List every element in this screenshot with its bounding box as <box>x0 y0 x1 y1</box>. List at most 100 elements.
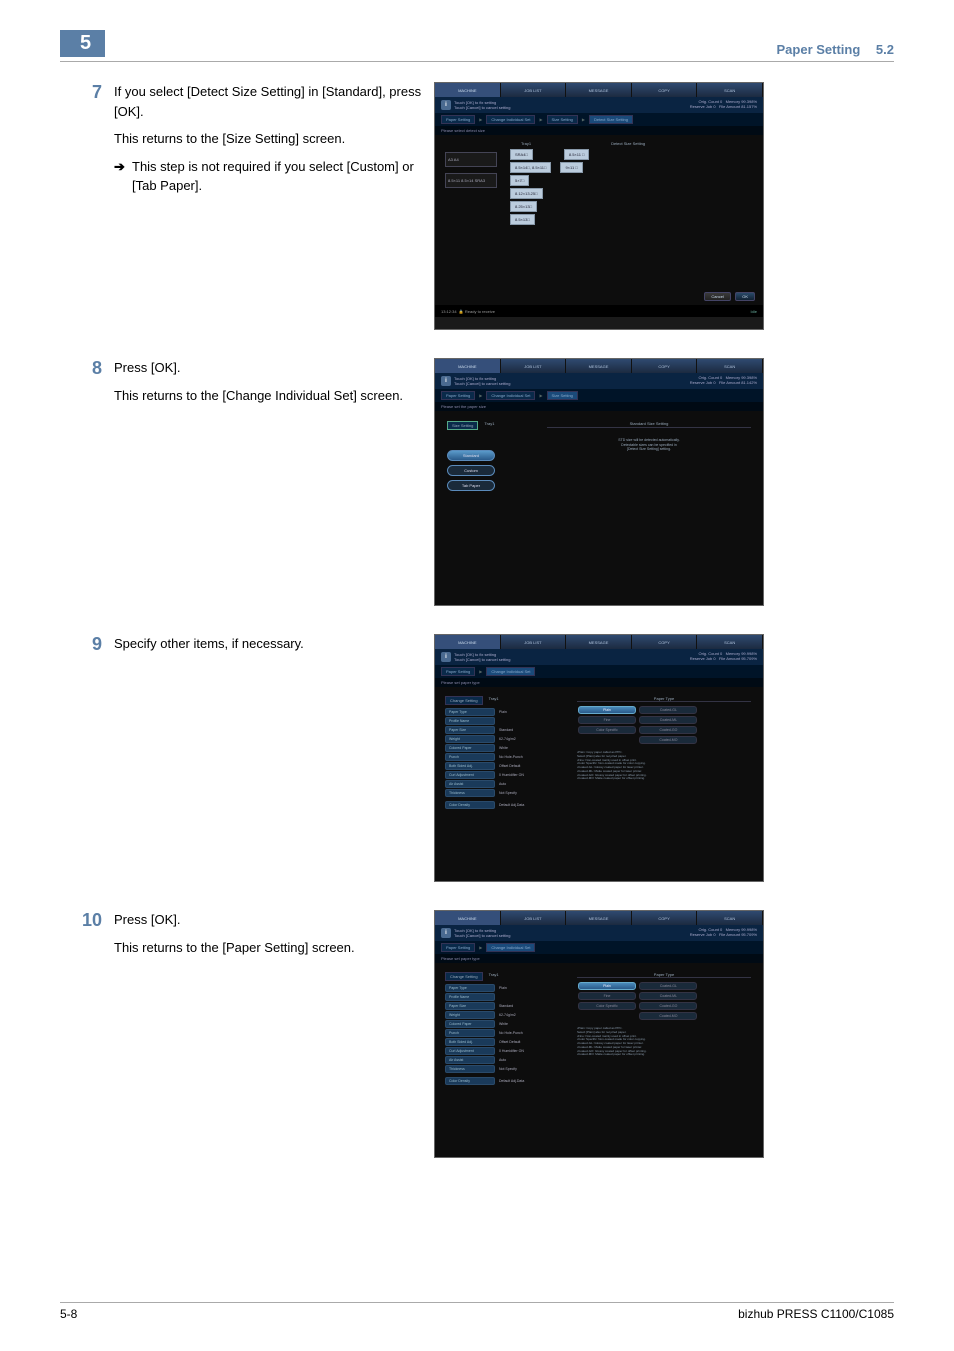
prop-profile[interactable]: Profile Name <box>445 993 495 1001</box>
prop-weight[interactable]: Weight <box>445 1011 495 1019</box>
prop-both-sided[interactable]: Both Sided Adj. <box>445 1038 495 1046</box>
prop-thickness[interactable]: Thickness <box>445 789 495 797</box>
prop-paper-type[interactable]: Paper Type <box>445 984 495 992</box>
type-coated-mo[interactable]: Coated-MO <box>639 736 697 744</box>
tab-joblist[interactable]: JOB LIST <box>501 83 567 97</box>
prop-thickness[interactable]: Thickness <box>445 1065 495 1073</box>
tab-paper-button[interactable]: Tab Paper <box>447 480 495 491</box>
prop-weight[interactable]: Weight <box>445 735 495 743</box>
type-color-specific[interactable]: Color Specific <box>578 726 636 734</box>
prop-paper-size[interactable]: Paper Size <box>445 726 495 734</box>
step-8: 8 Press [OK]. This returns to the [Chang… <box>60 358 894 606</box>
prop-air[interactable]: Air Assist <box>445 780 495 788</box>
type-coated-go[interactable]: Coated-GO <box>639 1002 697 1010</box>
tab-scan[interactable]: SCAN <box>697 359 763 373</box>
prop-paper-size[interactable]: Paper Size <box>445 1002 495 1010</box>
tab-copy[interactable]: COPY <box>632 359 698 373</box>
size-group-1[interactable]: A3 A4 <box>445 152 497 167</box>
tab-scan[interactable]: SCAN <box>697 635 763 649</box>
size-btn[interactable]: 8.5×13□ <box>510 214 535 225</box>
tab-machine[interactable]: MACHINE <box>435 359 501 373</box>
breadcrumb-1[interactable]: Paper Setting <box>441 943 475 952</box>
subbar-9: Please set paper type <box>435 678 763 687</box>
tab-copy[interactable]: COPY <box>632 635 698 649</box>
page-number: 5-8 <box>60 1307 77 1321</box>
type-coated-gl[interactable]: Coated-GL <box>639 706 697 714</box>
paper-type-heading: Paper Type <box>577 696 751 702</box>
type-plain[interactable]: Plain <box>578 982 636 990</box>
step-7-number: 7 <box>60 82 114 103</box>
step-8-text: Press [OK]. This returns to the [Change … <box>114 358 434 413</box>
prop-profile[interactable]: Profile Name <box>445 717 495 725</box>
info-icon: i <box>441 100 451 110</box>
tab-scan[interactable]: SCAN <box>697 83 763 97</box>
page-footer: 5-8 bizhub PRESS C1100/C1085 <box>60 1302 894 1321</box>
type-fine[interactable]: Fine <box>578 992 636 1000</box>
tab-message[interactable]: MESSAGE <box>566 635 632 649</box>
type-coated-ml[interactable]: Coated-ML <box>639 716 697 724</box>
tab-message[interactable]: MESSAGE <box>566 911 632 925</box>
info-line2: Touch [Cancel] to cancel setting <box>454 105 510 110</box>
tab-joblist[interactable]: JOB LIST <box>501 911 567 925</box>
type-plain[interactable]: Plain <box>578 706 636 714</box>
type-fine[interactable]: Fine <box>578 716 636 724</box>
size-btn[interactable]: 5×7□ <box>510 175 529 186</box>
ok-button[interactable]: OK <box>735 292 755 301</box>
cancel-button[interactable]: Cancel <box>704 292 730 301</box>
prop-punch[interactable]: Punch <box>445 753 495 761</box>
size-btn[interactable]: 9×11 □ <box>560 162 582 173</box>
breadcrumb-1[interactable]: Paper Setting <box>441 667 475 676</box>
breadcrumb-2[interactable]: Change Individual Set <box>486 391 535 400</box>
tab-machine[interactable]: MACHINE <box>435 83 501 97</box>
prop-punch[interactable]: Punch <box>445 1029 495 1037</box>
size-btn[interactable]: 8.5×14□, 8.5×11□ <box>510 162 551 173</box>
type-coated-ml[interactable]: Coated-ML <box>639 992 697 1000</box>
chapter-badge: 5 <box>60 30 105 57</box>
breadcrumb-1[interactable]: Paper Setting <box>441 115 475 124</box>
tab-joblist[interactable]: JOB LIST <box>501 359 567 373</box>
tab-machine[interactable]: MACHINE <box>435 911 501 925</box>
prop-both-sided[interactable]: Both Sided Adj. <box>445 762 495 770</box>
size-group-2[interactable]: 8.5×11 8.5×14 SRA3 <box>445 173 497 188</box>
prop-color-density[interactable]: Color Density <box>445 801 495 809</box>
type-coated-go[interactable]: Coated-GO <box>639 726 697 734</box>
tab-scan[interactable]: SCAN <box>697 911 763 925</box>
type-description: •Plain: Copy paper called as PPC. Select… <box>577 1027 751 1057</box>
tab-copy[interactable]: COPY <box>632 911 698 925</box>
breadcrumb-2[interactable]: Change Individual Set <box>486 115 535 124</box>
size-btn[interactable]: 8.25×13□ <box>510 201 537 212</box>
standard-size-heading: Standard Size Setting <box>547 421 751 428</box>
breadcrumb-3[interactable]: Size Setting <box>547 115 578 124</box>
screenshot-7: MACHINE JOB LIST MESSAGE COPY SCAN i Tou… <box>434 82 764 330</box>
step-7-line1: If you select [Detect Size Setting] in [… <box>114 82 422 121</box>
prop-color-density[interactable]: Color Density <box>445 1077 495 1085</box>
prop-colored[interactable]: Colored Paper <box>445 744 495 752</box>
type-coated-gl[interactable]: Coated-GL <box>639 982 697 990</box>
breadcrumb-2: Change Individual Set <box>486 667 535 676</box>
prop-air[interactable]: Air Assist <box>445 1056 495 1064</box>
info-icon: i <box>441 928 451 938</box>
type-coated-mo[interactable]: Coated-MO <box>639 1012 697 1020</box>
size-btn[interactable]: SRA4□ <box>510 149 533 160</box>
breadcrumb-1[interactable]: Paper Setting <box>441 391 475 400</box>
size-btn[interactable]: 8.12×13.25□ <box>510 188 543 199</box>
prop-curl[interactable]: Curl Adjustment <box>445 1047 495 1055</box>
breadcrumb-4: Detect Size Setting <box>589 115 633 124</box>
tab-machine[interactable]: MACHINE <box>435 635 501 649</box>
tab-joblist[interactable]: JOB LIST <box>501 635 567 649</box>
custom-button[interactable]: Custom <box>447 465 495 476</box>
tab-message[interactable]: MESSAGE <box>566 83 632 97</box>
size-btn[interactable]: 8.5×11 □ <box>564 149 590 160</box>
tab-message[interactable]: MESSAGE <box>566 359 632 373</box>
prop-paper-type[interactable]: Paper Type <box>445 708 495 716</box>
step-10-line2: This returns to the [Paper Setting] scre… <box>114 938 422 958</box>
tab-copy[interactable]: COPY <box>632 83 698 97</box>
step-10: 10 Press [OK]. This returns to the [Pape… <box>60 910 894 1158</box>
prop-colored[interactable]: Colored Paper <box>445 1020 495 1028</box>
screenshot-10: MACHINE JOB LIST MESSAGE COPY SCAN iTouc… <box>434 910 764 1158</box>
type-color-specific[interactable]: Color Specific <box>578 1002 636 1010</box>
prop-curl[interactable]: Curl Adjustment <box>445 771 495 779</box>
standard-button[interactable]: Standard <box>447 450 495 461</box>
arrow-icon: ➔ <box>114 157 132 177</box>
change-setting-tab: Change Setting <box>445 696 483 705</box>
